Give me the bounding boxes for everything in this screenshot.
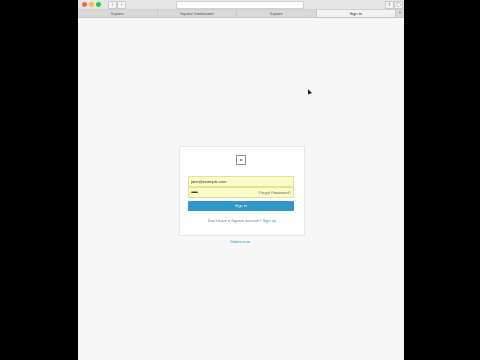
square-logo-icon bbox=[236, 155, 246, 165]
forgot-password-link[interactable]: Forgot Password? bbox=[259, 188, 291, 197]
signup-prompt: Don't have a Square account? Sign up bbox=[180, 218, 304, 223]
square-logo-center bbox=[240, 159, 242, 161]
tab-sign-in[interactable]: Sign in bbox=[316, 10, 396, 17]
password-row: Forgot Password? bbox=[188, 187, 294, 198]
maximize-window-button[interactable] bbox=[96, 2, 101, 7]
forward-button[interactable]: › bbox=[117, 1, 126, 9]
login-card: Forgot Password? Sign In Don't have a Sq… bbox=[179, 146, 305, 236]
sign-in-button[interactable]: Sign In bbox=[188, 201, 294, 211]
tab-square[interactable]: Square bbox=[78, 10, 158, 17]
password-field[interactable] bbox=[189, 188, 259, 197]
back-button[interactable]: ‹ bbox=[108, 1, 117, 9]
signup-prompt-text: Don't have a Square account? bbox=[207, 218, 262, 223]
share-button[interactable]: ⇪ bbox=[385, 1, 394, 9]
address-bar[interactable]: ● squareup.com bbox=[176, 1, 304, 16]
new-tab-button[interactable]: + bbox=[396, 10, 404, 17]
browser-window: ‹ › ● squareup.com ⇪ ▢ Square Square Das… bbox=[78, 0, 404, 360]
mouse-cursor-icon bbox=[306, 88, 312, 95]
tabs-overview-button[interactable]: ▢ bbox=[394, 1, 403, 9]
signup-link[interactable]: Sign up bbox=[263, 218, 277, 223]
minimize-window-button[interactable] bbox=[89, 2, 94, 7]
email-field[interactable] bbox=[188, 176, 294, 187]
tabs-icon: ▢ bbox=[396, 2, 401, 8]
tab-square-2[interactable]: Square bbox=[237, 10, 317, 17]
status-link[interactable]: Status.com bbox=[224, 239, 256, 244]
title-bar: ‹ › ● squareup.com ⇪ ▢ bbox=[78, 0, 404, 16]
close-window-button[interactable] bbox=[82, 2, 87, 7]
tab-bar: Square Square Dashboard Square Sign in + bbox=[78, 10, 404, 18]
tab-square-dashboard[interactable]: Square Dashboard bbox=[158, 10, 237, 17]
